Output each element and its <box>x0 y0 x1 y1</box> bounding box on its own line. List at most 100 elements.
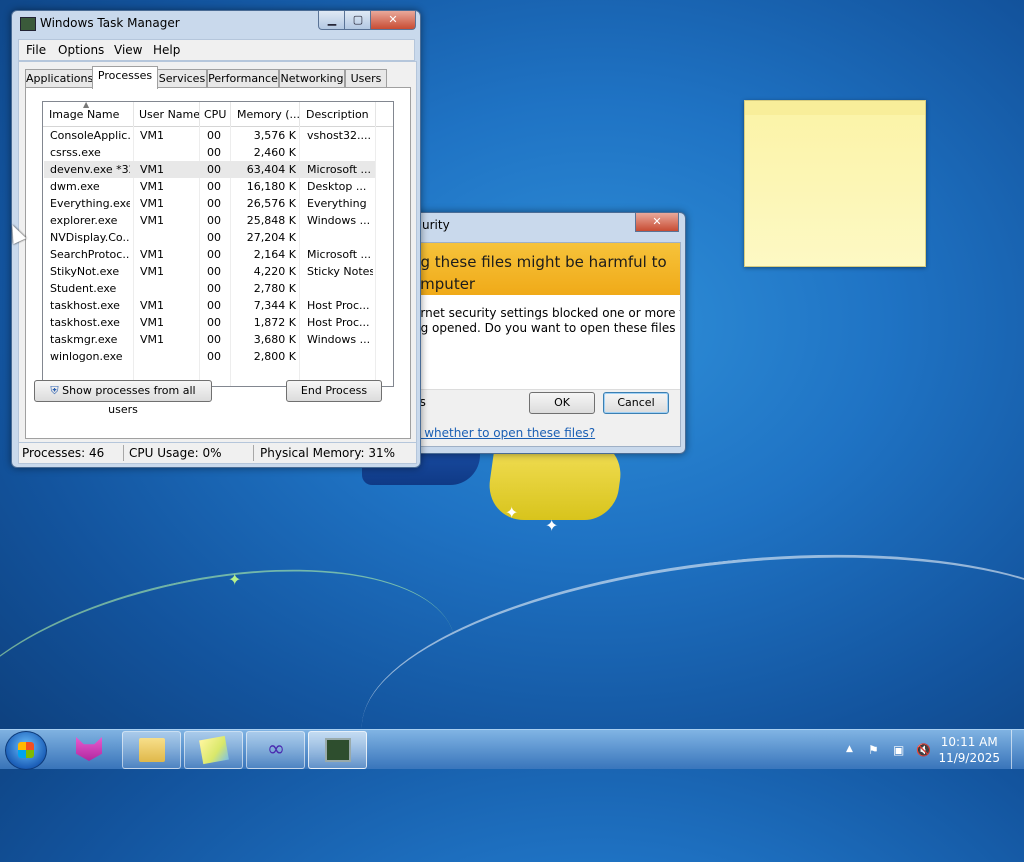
close-icon: ✕ <box>388 13 398 26</box>
action-center-flag-icon[interactable]: ⚑ <box>868 743 879 757</box>
sticky-note[interactable] <box>744 100 926 267</box>
table-row[interactable]: Student.exe 00 2,780 K <box>44 280 375 297</box>
column-memory[interactable]: Memory (... <box>237 108 300 121</box>
ok-button[interactable]: OK <box>529 392 595 414</box>
cell-user: VM1 <box>140 163 165 176</box>
start-button[interactable] <box>5 731 47 770</box>
sparkle-icon: ✦ <box>228 570 242 589</box>
sparkle-icon: ✦ <box>505 503 519 522</box>
cell-memory: 3,576 K <box>253 129 296 142</box>
cell-cpu: 00 <box>207 129 221 142</box>
cell-image: NVDisplay.Co... <box>50 231 130 244</box>
cell-memory: 4,220 K <box>253 265 296 278</box>
table-row[interactable]: csrss.exe 00 2,460 K <box>44 144 375 161</box>
cell-cpu: 00 <box>207 146 221 159</box>
table-row[interactable]: ConsoleApplic... VM1 00 3,576 K vshost32.... <box>44 127 375 144</box>
tab-performance[interactable]: Performance <box>207 69 279 88</box>
cell-cpu: 00 <box>207 350 221 363</box>
cell-cpu: 00 <box>207 214 221 227</box>
notes-icon <box>199 735 229 765</box>
table-row[interactable]: SearchProtoc... VM1 00 2,164 K Microsoft ... <box>44 246 375 263</box>
taskbar-app-explorer[interactable] <box>122 731 181 769</box>
cell-desc: Desktop ... <box>307 180 367 193</box>
end-process-button[interactable]: End Process <box>286 380 382 402</box>
cancel-button[interactable]: Cancel <box>603 392 669 414</box>
cell-image: Everything.exe <box>50 197 130 210</box>
table-row[interactable]: NVDisplay.Co... 00 27,204 K <box>44 229 375 246</box>
close-button[interactable]: ✕ <box>370 11 416 30</box>
network-icon[interactable]: ▣ <box>893 743 904 757</box>
cell-image: taskhost.exe <box>50 299 120 312</box>
cell-user: VM1 <box>140 248 165 261</box>
window-titlebar[interactable]: Windows Task Manager ▁ ▢ ✕ <box>12 11 420 35</box>
process-list[interactable]: ▲ Image Name User Name CPU Memory (... D… <box>42 100 394 387</box>
cell-memory: 26,576 K <box>246 197 296 210</box>
show-desktop-button[interactable] <box>1011 730 1024 769</box>
menu-bar: File Options View Help <box>18 39 415 61</box>
show-hidden-icons-icon[interactable]: ▲ <box>846 744 853 754</box>
cell-cpu: 00 <box>207 197 221 210</box>
cell-cpu: 00 <box>207 163 221 176</box>
taskbar-app-visual-studio[interactable]: ∞ <box>246 731 305 769</box>
processes-panel: ▲ Image Name User Name CPU Memory (... D… <box>25 87 411 439</box>
folder-icon <box>139 738 165 762</box>
cell-memory: 2,164 K <box>253 248 296 261</box>
close-button[interactable]: ✕ <box>635 213 679 232</box>
close-icon: ✕ <box>652 215 662 228</box>
minimize-button[interactable]: ▁ <box>318 11 346 30</box>
cell-desc: Host Proc... <box>307 299 370 312</box>
taskbar-app-fox[interactable] <box>60 731 117 767</box>
dialog-content: ng these files might be harmful to omput… <box>408 242 681 447</box>
menu-view[interactable]: View <box>114 43 142 57</box>
column-user-name[interactable]: User Name <box>139 108 200 121</box>
tab-networking[interactable]: Networking <box>279 69 345 88</box>
column-description[interactable]: Description <box>306 108 369 121</box>
table-row[interactable]: taskmgr.exe VM1 00 3,680 K Windows ... <box>44 331 375 348</box>
cell-image: dwm.exe <box>50 180 100 193</box>
task-manager-window[interactable]: Windows Task Manager ▁ ▢ ✕ File Options … <box>11 10 421 468</box>
dialog-titlebar[interactable]: urity ✕ <box>408 213 685 237</box>
window-title: Windows Task Manager <box>40 16 180 30</box>
show-all-processes-button[interactable]: ⛨ Show processes from all users <box>34 380 212 416</box>
security-warning-dialog[interactable]: urity ✕ ng these files might be harmful … <box>407 212 686 454</box>
cell-cpu: 00 <box>207 316 221 329</box>
maximize-button[interactable]: ▢ <box>344 11 372 30</box>
table-row[interactable]: StikyNot.exe VM1 00 4,220 K Sticky Notes <box>44 263 375 280</box>
menu-file[interactable]: File <box>26 43 46 57</box>
cell-memory: 2,800 K <box>253 350 296 363</box>
task-manager-icon <box>325 738 351 762</box>
cell-image: ConsoleApplic... <box>50 129 130 142</box>
help-link[interactable]: e whether to open these files? <box>413 426 595 440</box>
table-row[interactable]: Everything.exe VM1 00 26,576 K Everything <box>44 195 375 212</box>
cell-user: VM1 <box>140 299 165 312</box>
column-image-name[interactable]: Image Name <box>49 108 119 121</box>
menu-help[interactable]: Help <box>153 43 180 57</box>
table-row[interactable]: winlogon.exe 00 2,800 K <box>44 348 375 365</box>
warning-heading: ng these files might be harmful to omput… <box>411 253 667 293</box>
cell-image: devenv.exe *32 <box>50 163 130 176</box>
clock-date: 11/9/2025 <box>938 751 1000 765</box>
system-clock[interactable]: 10:11 AM 11/9/2025 <box>938 734 1000 766</box>
taskbar-app-sticky-notes[interactable] <box>184 731 243 769</box>
cell-user: VM1 <box>140 333 165 346</box>
cell-memory: 7,344 K <box>253 299 296 312</box>
table-row[interactable]: taskhost.exe VM1 00 7,344 K Host Proc... <box>44 297 375 314</box>
tab-services[interactable]: Services <box>157 69 207 88</box>
cell-desc: Microsoft ... <box>307 163 372 176</box>
table-row[interactable]: explorer.exe VM1 00 25,848 K Windows ... <box>44 212 375 229</box>
cell-user: VM1 <box>140 197 165 210</box>
sticky-note-titlebar[interactable] <box>745 101 925 115</box>
tab-processes[interactable]: Processes <box>92 66 158 89</box>
menu-options[interactable]: Options <box>58 43 104 57</box>
cell-image: csrss.exe <box>50 146 101 159</box>
column-cpu[interactable]: CPU <box>204 108 226 121</box>
taskbar-app-task-manager[interactable] <box>308 731 367 769</box>
table-row[interactable]: taskhost.exe VM1 00 1,872 K Host Proc... <box>44 314 375 331</box>
tab-applications[interactable]: Applications <box>25 69 93 88</box>
tab-users[interactable]: Users <box>345 69 387 88</box>
volume-muted-icon[interactable]: 🔇 <box>916 743 931 757</box>
cell-memory: 1,872 K <box>253 316 296 329</box>
cell-desc: Windows ... <box>307 214 371 227</box>
table-row[interactable]: devenv.exe *32 VM1 00 63,404 K Microsoft ... <box>44 161 375 178</box>
table-row[interactable]: dwm.exe VM1 00 16,180 K Desktop ... <box>44 178 375 195</box>
